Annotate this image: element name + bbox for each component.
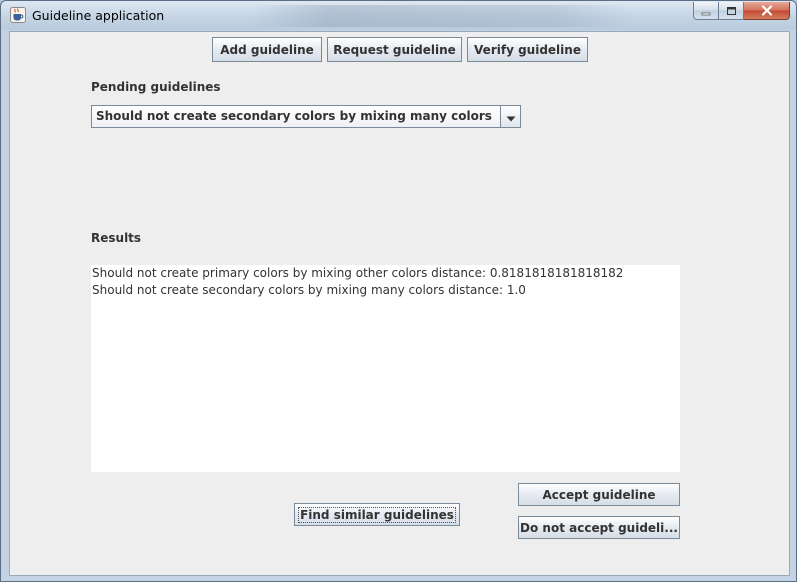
title-bar[interactable]: Guideline application [1, 1, 796, 31]
reject-guideline-button[interactable]: Do not accept guideli... [518, 516, 680, 539]
accept-guideline-label: Accept guideline [542, 487, 656, 502]
app-window: Guideline application Add guideline Requ… [0, 0, 797, 582]
minimize-button[interactable] [693, 2, 719, 20]
maximize-icon [726, 1, 737, 20]
accept-guideline-button[interactable]: Accept guideline [518, 483, 680, 506]
add-guideline-label: Add guideline [220, 42, 314, 57]
dropdown-arrow-button[interactable] [500, 106, 520, 127]
find-similar-guidelines-label: Find similar guidelines [298, 506, 456, 523]
pending-guidelines-select[interactable]: Should not create secondary colors by mi… [91, 105, 521, 128]
minimize-icon [701, 1, 711, 20]
pending-guidelines-label: Pending guidelines [91, 80, 221, 94]
add-guideline-button[interactable]: Add guideline [212, 37, 322, 62]
request-guideline-button[interactable]: Request guideline [327, 37, 462, 62]
request-guideline-label: Request guideline [333, 42, 456, 57]
results-line: Should not create primary colors by mixi… [92, 266, 624, 280]
verify-guideline-button[interactable]: Verify guideline [467, 37, 588, 62]
close-icon [761, 1, 773, 20]
java-cup-icon [10, 7, 26, 23]
client-area: Add guideline Request guideline Verify g… [9, 31, 790, 576]
close-button[interactable] [744, 2, 790, 20]
results-line: Should not create secondary colors by mi… [92, 283, 526, 297]
chevron-down-icon [506, 107, 516, 126]
verify-guideline-label: Verify guideline [474, 42, 581, 57]
background-window-ghost [251, 5, 631, 27]
results-label: Results [91, 231, 142, 245]
window-controls [693, 2, 790, 20]
maximize-button[interactable] [719, 2, 744, 20]
pending-guidelines-value: Should not create secondary colors by mi… [96, 109, 492, 123]
reject-guideline-label: Do not accept guideli... [520, 520, 678, 535]
results-text-area[interactable]: Should not create primary colors by mixi… [91, 265, 680, 472]
window-title: Guideline application [32, 8, 165, 23]
find-similar-guidelines-button[interactable]: Find similar guidelines [294, 503, 460, 526]
